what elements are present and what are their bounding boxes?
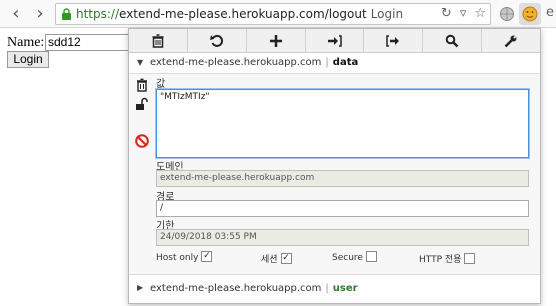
session-checkbox[interactable]: ✓ [280,253,292,264]
httponly-flag[interactable]: HTTP 전용 [419,252,476,265]
search-icon [445,34,459,48]
session-label: 세션 [261,255,278,265]
wrench-icon [504,35,517,48]
star-icon[interactable]: ☆ [474,6,486,21]
expiry-field: 24/09/2018 03:55 PM [156,229,529,246]
trash-icon [152,34,164,48]
expanded-caret-icon: ▼ [137,58,144,67]
httponly-label: HTTP 전용 [419,255,462,265]
cookie-name: data [332,57,359,68]
unlock-icon[interactable] [135,97,149,111]
url-page-title: Login [370,7,404,21]
hostonly-label: Host only [156,253,199,263]
value-field[interactable]: "MTIzMTIz" [156,89,529,158]
httponly-checkbox[interactable] [464,253,476,264]
hostonly-flag[interactable]: Host only ✓ [156,251,213,263]
reload-icon[interactable]: ↻ [441,6,452,21]
name-input[interactable]: sdd12 [45,34,135,51]
undo-button[interactable] [188,29,247,53]
add-cookie-button[interactable] [247,29,306,53]
add-icon [269,35,282,47]
value-label: 값 [156,79,166,90]
lock-icon [62,8,71,20]
delete-cookie-icon[interactable] [135,78,149,92]
separator: | [325,57,329,68]
cookie-icon [522,6,538,22]
url-text: https://extend-me-please.herokuapp.com/l… [76,7,403,21]
url-host: extend-me-please.herokuapp.com [119,7,325,21]
url-scheme: https:// [76,7,120,21]
search-button[interactable] [423,29,483,53]
collapsed-caret-icon: ▶ [137,283,144,292]
url-path: /logout [324,7,367,21]
import-button[interactable] [306,29,365,53]
name-label: Name: [7,35,45,50]
browser-toolbar: ‹ › https://extend-me-please.herokuapp.c… [0,0,556,28]
hostonly-checkbox[interactable]: ✓ [201,251,213,262]
secure-label: Secure [332,253,363,263]
login-button[interactable]: Login [7,51,49,68]
options-button[interactable] [482,29,540,53]
cookie-name: user [332,283,358,294]
undo-icon [209,34,223,47]
cookie-domain: extend-me-please.herokuapp.com [150,57,322,68]
overflow-icon[interactable]: e [546,5,554,20]
export-button[interactable] [364,29,424,53]
path-field[interactable]: / [156,200,529,217]
cookie-editor-popup: ▼ extend-me-please.herokuapp.com | data 값 … [128,28,541,304]
cookie-domain: extend-me-please.herokuapp.com [150,283,322,294]
popup-toolbar [129,29,540,53]
cookie-row-data[interactable]: ▼ extend-me-please.herokuapp.com | data [129,53,540,73]
back-icon[interactable]: ‹ [6,4,26,24]
globe-icon[interactable] [498,5,516,23]
domain-field: extend-me-please.herokuapp.com [156,170,529,187]
url-bar[interactable]: https://extend-me-please.herokuapp.com/l… [55,3,491,25]
export-icon [386,35,400,47]
secure-flag[interactable]: Secure [332,251,377,263]
import-icon [327,35,342,47]
cookie-row-user[interactable]: ▶ extend-me-please.herokuapp.com | user [129,279,540,299]
separator: | [325,283,329,294]
extension-button[interactable] [519,3,541,25]
delete-all-button[interactable] [129,29,188,53]
pocket-icon[interactable]: ▿ [460,6,467,21]
block-icon[interactable] [135,134,149,148]
secure-checkbox[interactable] [365,251,377,262]
forward-icon[interactable]: › [30,4,50,24]
cookie-editor: 값 "MTIzMTIz" 도메인 extend-me-please.heroku… [129,73,540,275]
session-flag[interactable]: 세션 ✓ [261,252,292,265]
url-actions: ↻ ▿ ☆ [441,6,486,21]
